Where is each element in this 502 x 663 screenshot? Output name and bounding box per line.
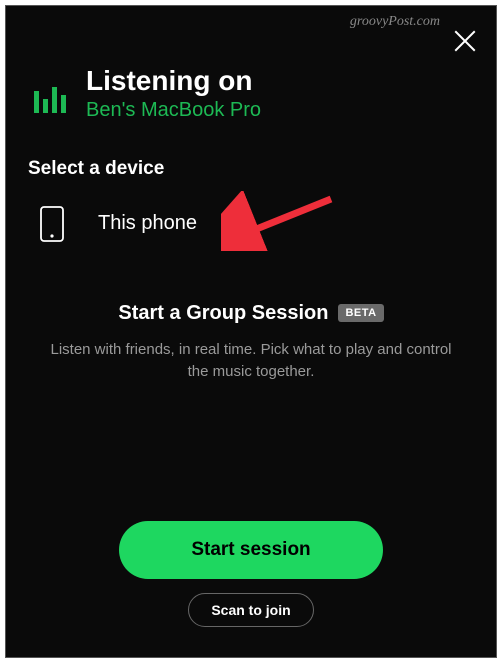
beta-badge: BETA: [338, 304, 383, 322]
close-button[interactable]: [450, 26, 480, 56]
device-option-this-phone[interactable]: This phone: [6, 180, 496, 242]
buttons-area: Start session Scan to join: [6, 521, 496, 627]
scan-to-join-button[interactable]: Scan to join: [188, 593, 313, 627]
current-device-name: Ben's MacBook Pro: [86, 99, 261, 122]
device-picker-panel: groovyPost.com Listening on Ben's MacBoo…: [5, 5, 497, 658]
device-option-label: This phone: [98, 212, 197, 235]
select-device-heading: Select a device: [6, 122, 496, 180]
now-playing-bars-icon: [34, 85, 66, 113]
phone-icon: [40, 206, 64, 242]
watermark-text: groovyPost.com: [350, 14, 440, 30]
screenshot-frame: groovyPost.com Listening on Ben's MacBoo…: [0, 0, 502, 663]
listening-title: Listening on: [86, 66, 261, 97]
group-session-description: Listen with friends, in real time. Pick …: [46, 339, 456, 384]
close-icon: [452, 28, 478, 54]
group-session-title: Start a Group Session: [118, 302, 328, 325]
start-session-button[interactable]: Start session: [119, 521, 382, 579]
group-session-section: Start a Group Session BETA Listen with f…: [6, 242, 496, 384]
